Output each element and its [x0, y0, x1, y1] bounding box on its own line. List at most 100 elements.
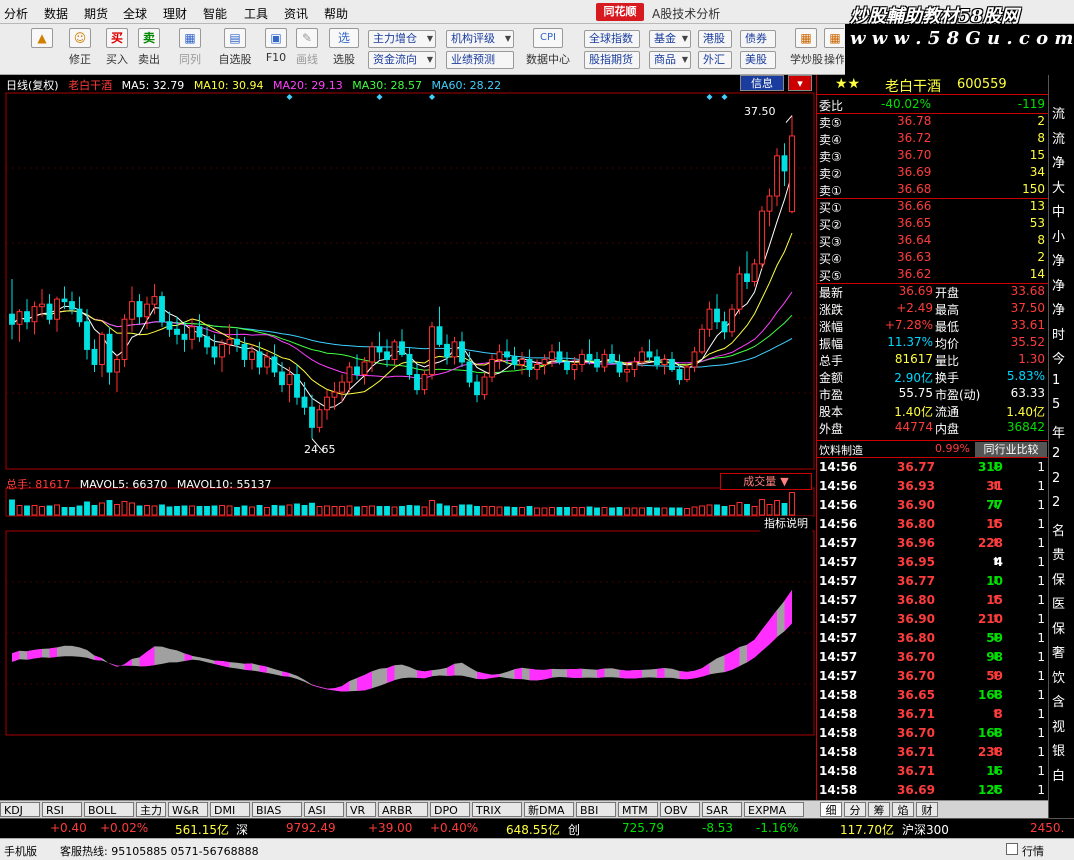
indicator-tab-13[interactable]: BBI — [576, 802, 616, 817]
tick-row[interactable]: 14:58 36.71 3 ⬆ 1 — [817, 707, 1049, 724]
side-strip-label[interactable]: 5 — [1052, 397, 1060, 412]
star-icon[interactable]: ★★ — [835, 76, 860, 92]
side-strip-label[interactable]: 贵 — [1052, 544, 1065, 563]
ask-row[interactable]: 卖① 36.68 150 — [817, 182, 1049, 199]
indicator-tab-17[interactable]: EXPMA — [744, 802, 804, 817]
indicator-tab-11[interactable]: TRIX — [472, 802, 522, 817]
kline-chart-svg[interactable] — [0, 75, 816, 800]
hk-stock-button[interactable]: 港股 — [698, 30, 732, 48]
learn-stock-button[interactable]: ▦ 学炒股 — [790, 28, 823, 67]
side-strip-label[interactable]: 流 — [1052, 103, 1065, 122]
side-strip-label[interactable]: 2 — [1052, 495, 1060, 510]
tick-row[interactable]: 14:58 36.69 125 ⬇ 1 — [817, 783, 1049, 800]
indicator-tab-5[interactable]: DMI — [210, 802, 250, 817]
stat-row[interactable]: 总手 81617 量比 1.30 — [817, 352, 1049, 369]
indicator-help-button[interactable]: 指标说明 — [760, 516, 812, 532]
tick-row[interactable]: 14:56 36.77 319 ⬇ 1 — [817, 460, 1049, 477]
side-strip-label[interactable]: 2 — [1052, 471, 1060, 486]
tick-row[interactable]: 14:57 36.70 98 ⬇ 1 — [817, 650, 1049, 667]
indicator-tab-15[interactable]: OBV — [660, 802, 700, 817]
indicator-tab-3[interactable]: 主力 — [136, 802, 166, 817]
side-strip-label[interactable]: 2 — [1052, 446, 1060, 461]
tick-row[interactable]: 14:57 36.77 10 ⬇ 1 — [817, 574, 1049, 591]
global-index-button[interactable]: 全球指数 — [584, 30, 640, 48]
menu-news[interactable]: 资讯 — [284, 5, 308, 22]
ask-row[interactable]: 卖④ 36.72 8 — [817, 131, 1049, 148]
tick-row[interactable]: 14:57 36.70 59 ⬆ 1 — [817, 669, 1049, 686]
tick-row[interactable]: 14:56 36.93 31 ⬆ 1 — [817, 479, 1049, 496]
menu-analysis[interactable]: 分析 — [4, 5, 28, 22]
indicator-tab-6[interactable]: BIAS — [252, 802, 302, 817]
side-strip-label[interactable]: 名 — [1052, 520, 1065, 539]
stat-row[interactable]: 涨跌 +2.49 最高 37.50 — [817, 301, 1049, 318]
side-strip-label[interactable]: 流 — [1052, 128, 1065, 147]
side-strip-label[interactable]: 白 — [1052, 765, 1065, 784]
tick-row[interactable]: 14:56 36.90 77 ⬇ 1 — [817, 498, 1049, 515]
info-button[interactable]: 信息 — [740, 75, 784, 91]
side-strip-label[interactable]: 年 — [1052, 422, 1065, 441]
indicator-tab-9[interactable]: ARBR — [378, 802, 428, 817]
side-strip-label[interactable]: 净 — [1052, 152, 1065, 171]
bid-row[interactable]: 买⑤ 36.62 14 — [817, 267, 1049, 284]
side-strip-label[interactable]: 奢 — [1052, 642, 1065, 661]
side-strip-label[interactable]: 小 — [1052, 226, 1065, 245]
stat-row[interactable]: 最新 36.69 开盘 33.68 — [817, 284, 1049, 301]
tick-row[interactable]: 14:58 36.70 163 ⬇ 1 — [817, 726, 1049, 743]
index3-name[interactable]: 创 — [568, 821, 580, 838]
ops-button[interactable]: ▦操作分 — [824, 28, 844, 67]
side-strip-label[interactable]: 视 — [1052, 716, 1065, 735]
side-strip-label[interactable]: 银 — [1052, 740, 1065, 759]
quote-tab-3[interactable]: 焰 — [892, 802, 914, 817]
fund-dropdown[interactable]: 基金 ▼ — [649, 30, 691, 48]
f10-button[interactable]: ▣ F10 — [262, 28, 290, 64]
draw-line-button[interactable]: ✎ 画线 — [292, 28, 322, 67]
side-strip-label[interactable]: 保 — [1052, 618, 1065, 637]
menu-global[interactable]: 全球 — [123, 5, 147, 22]
stat-row[interactable]: 股本 1.40亿 流通 1.40亿 — [817, 403, 1049, 420]
ask-row[interactable]: 卖② 36.69 34 — [817, 165, 1049, 182]
tick-row[interactable]: 14:57 36.95 4 ⬆ 1 — [817, 555, 1049, 572]
indicator-tab-2[interactable]: BOLL — [84, 802, 134, 817]
side-strip-label[interactable]: 医 — [1052, 593, 1065, 612]
tick-row[interactable]: 14:58 36.65 163 ⬇ 1 — [817, 688, 1049, 705]
tick-row[interactable]: 14:57 36.80 59 ⬇ 1 — [817, 631, 1049, 648]
menu-help[interactable]: 帮助 — [324, 5, 348, 22]
side-strip-label[interactable]: 保 — [1052, 569, 1065, 588]
buy-button[interactable]: 买买入 — [102, 28, 132, 67]
watchlist-button[interactable]: ▤ 自选股 — [212, 28, 258, 67]
commodity-dropdown[interactable]: 商品 ▼ — [649, 51, 691, 69]
indicator-tab-10[interactable]: DPO — [430, 802, 470, 817]
side-strip-label[interactable]: 时 — [1052, 324, 1065, 343]
indicator-tab-8[interactable]: VR — [346, 802, 376, 817]
checkbox-icon[interactable] — [1006, 843, 1018, 855]
forex-button[interactable]: 外汇 — [698, 51, 732, 69]
side-strip-label[interactable]: 今 — [1052, 348, 1065, 367]
side-strip-label[interactable]: 饮 — [1052, 667, 1065, 686]
quote-tab-1[interactable]: 分 — [844, 802, 866, 817]
indicator-tab-7[interactable]: ASI — [304, 802, 344, 817]
quote-tab-4[interactable]: 财 — [916, 802, 938, 817]
bond-button[interactable]: 债券 — [740, 30, 776, 48]
mobile-version-link[interactable]: 手机版 — [4, 843, 37, 859]
tick-row[interactable]: 14:58 36.71 16 ⬇ 1 — [817, 764, 1049, 781]
menu-data[interactable]: 数据 — [44, 5, 68, 22]
bid-row[interactable]: 买④ 36.63 2 — [817, 250, 1049, 267]
stat-row[interactable]: 振幅 11.37% 均价 35.52 — [817, 335, 1049, 352]
menu-smart[interactable]: 智能 — [203, 5, 227, 22]
stat-row[interactable]: 金额 2.90亿 换手 5.83% — [817, 369, 1049, 386]
same-column-button[interactable]: ▦ 同列 — [172, 28, 208, 67]
stat-row[interactable]: 外盘 44774 内盘 36842 — [817, 420, 1049, 437]
bid-row[interactable]: 买① 36.66 13 — [817, 199, 1049, 216]
bid-row[interactable]: 买③ 36.64 8 — [817, 233, 1049, 250]
side-strip-label[interactable]: 大 — [1052, 177, 1065, 196]
side-strip-label[interactable]: 中 — [1052, 201, 1065, 220]
bid-row[interactable]: 买② 36.65 53 — [817, 216, 1049, 233]
fund-flow-dropdown[interactable]: 资金流向 ▼ — [368, 51, 436, 69]
main-force-add-dropdown[interactable]: 主力增仓 ▼ — [368, 30, 436, 48]
institution-rating-dropdown[interactable]: 机构评级 ▼ — [446, 30, 514, 48]
weibi-row[interactable]: 委比 -40.02% -119 — [817, 97, 1049, 114]
ask-row[interactable]: 卖⑤ 36.78 2 — [817, 114, 1049, 131]
indicator-tab-0[interactable]: KDJ — [0, 802, 40, 817]
industry-compare-button[interactable]: 同行业比较 — [975, 442, 1047, 457]
indicator-tab-16[interactable]: SAR — [702, 802, 742, 817]
